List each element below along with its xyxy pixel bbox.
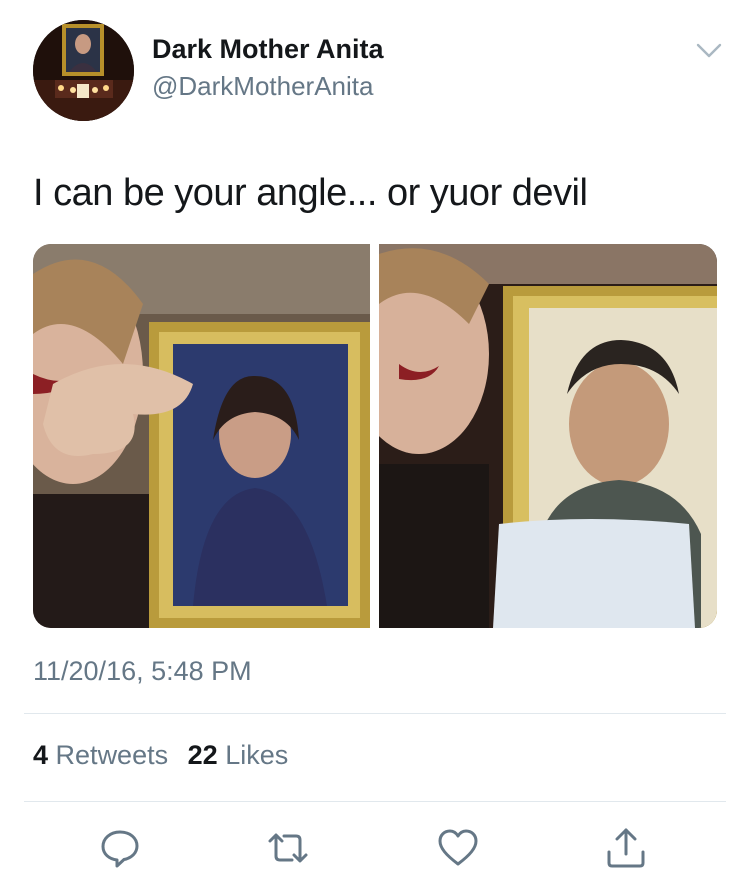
display-name[interactable]: Dark Mother Anita bbox=[152, 34, 384, 65]
chevron-down-icon[interactable] bbox=[696, 42, 722, 60]
photo-1[interactable] bbox=[33, 244, 370, 628]
photo-framed-portrait-woman bbox=[33, 244, 370, 628]
photo-framed-portrait-man bbox=[379, 244, 717, 628]
photo-2[interactable] bbox=[379, 244, 717, 628]
likes-count: 22 bbox=[187, 740, 218, 770]
media-grid bbox=[33, 244, 717, 628]
tweet-stats: 4 Retweets 22 Likes bbox=[33, 740, 288, 771]
share-button[interactable] bbox=[604, 826, 648, 870]
retweet-button[interactable] bbox=[266, 826, 310, 870]
retweets-label: Retweets bbox=[55, 740, 169, 770]
share-icon bbox=[607, 828, 645, 868]
likes-stat[interactable]: 22 Likes bbox=[188, 740, 289, 771]
divider bbox=[24, 801, 726, 802]
reply-button[interactable] bbox=[98, 826, 142, 870]
retweets-count: 4 bbox=[33, 740, 49, 770]
tweet-card: Dark Mother Anita @DarkMotherAnita I can… bbox=[0, 0, 750, 886]
divider bbox=[24, 713, 726, 714]
timestamp[interactable]: 11/20/16, 5:48 PM bbox=[33, 656, 252, 687]
retweet-icon bbox=[268, 833, 308, 863]
tweet-text: I can be your angle... or yuor devil bbox=[33, 172, 588, 214]
heart-icon bbox=[438, 829, 478, 866]
avatar-altar-portrait bbox=[33, 20, 134, 121]
likes-label: Likes bbox=[225, 740, 289, 770]
user-handle[interactable]: @DarkMotherAnita bbox=[152, 71, 373, 102]
like-button[interactable] bbox=[436, 826, 480, 870]
avatar[interactable] bbox=[33, 20, 134, 121]
retweets-stat[interactable]: 4 Retweets bbox=[33, 740, 168, 771]
reply-icon bbox=[101, 830, 139, 868]
